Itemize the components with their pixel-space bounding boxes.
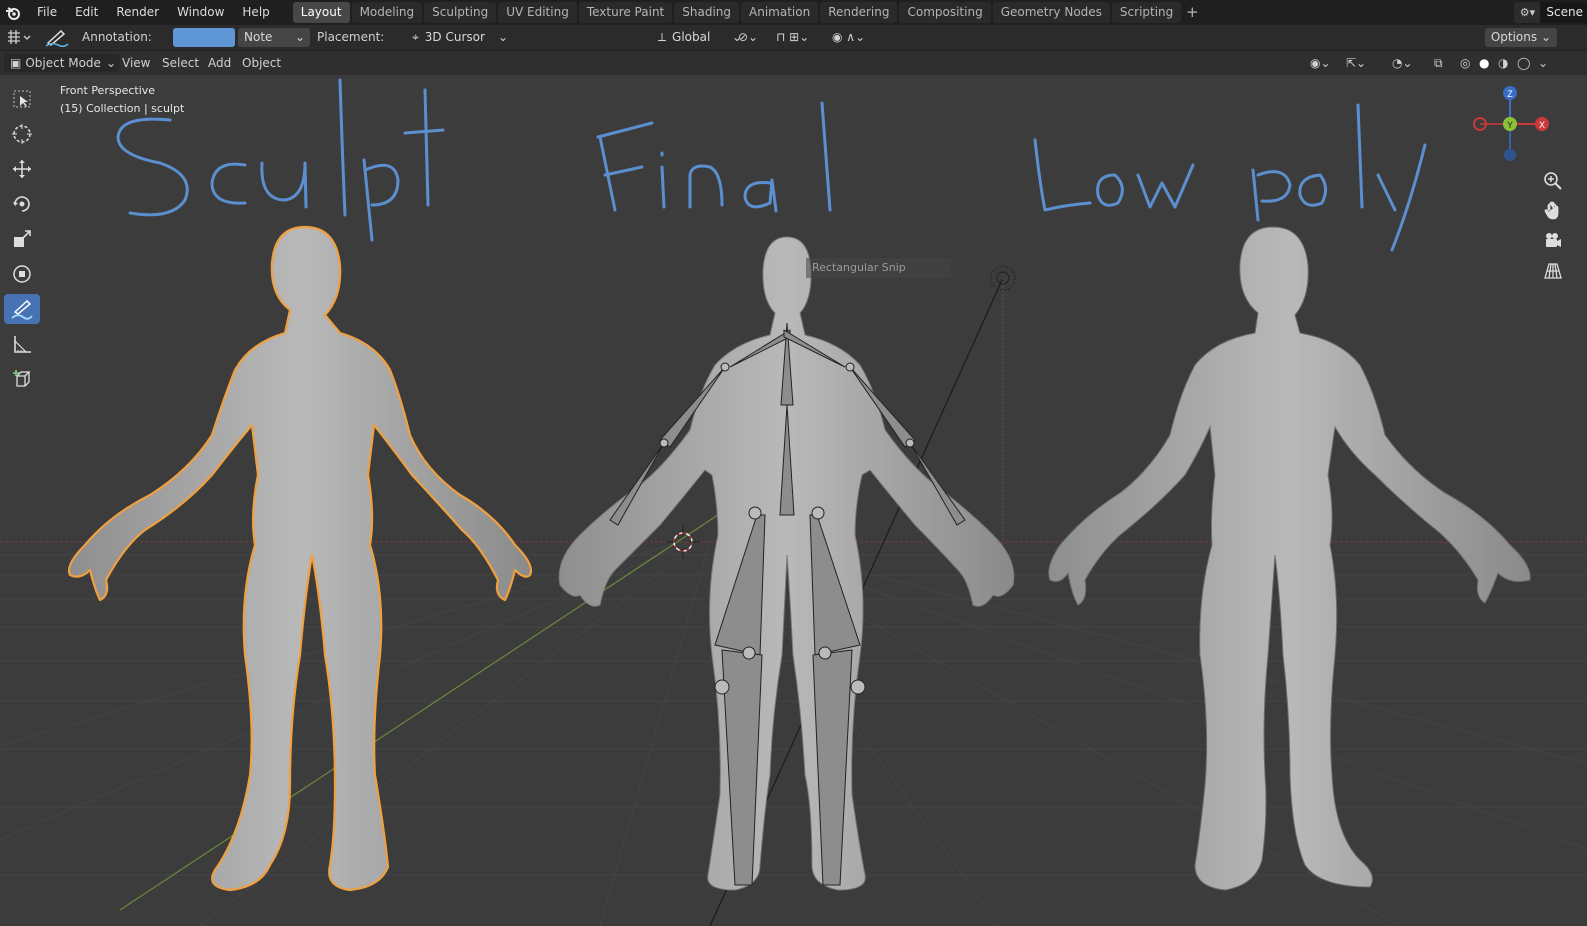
annotate-icon	[11, 299, 33, 320]
add-cube-icon	[13, 370, 31, 387]
navigation-gizmo[interactable]: Z X Y	[1468, 81, 1558, 171]
select-box-icon	[13, 90, 31, 108]
tab-scripting[interactable]: Scripting	[1111, 2, 1182, 23]
snap-icon[interactable]: ⊓ ⊞⌄	[776, 28, 809, 47]
annotation-color-swatch[interactable]	[173, 28, 235, 47]
transform-tool[interactable]	[4, 259, 40, 289]
orientation-icon: ⟂	[658, 30, 667, 44]
tab-texture-paint[interactable]: Texture Paint	[578, 2, 673, 23]
pan-hand-icon[interactable]	[1539, 198, 1567, 224]
menu-view[interactable]: View	[116, 54, 156, 72]
tab-modeling[interactable]: Modeling	[351, 2, 423, 23]
tab-layout[interactable]: Layout	[292, 2, 350, 23]
rotate-icon	[13, 196, 30, 212]
perspective-grid-icon[interactable]	[1539, 258, 1567, 284]
rendered-shading-icon[interactable]: ◯	[1517, 54, 1530, 72]
rectangular-snip-tooltip: Rectangular Snip	[806, 258, 951, 278]
gizmo-toggle-icon[interactable]: ⇱⌄	[1346, 54, 1366, 72]
solid-shading-icon[interactable]: ●	[1479, 54, 1489, 72]
transform-orientation-dropdown[interactable]: ⟂ Global ⌄	[652, 28, 744, 47]
chevron-down-icon[interactable]: ⌄	[1538, 54, 1548, 72]
menu-render[interactable]: Render	[107, 0, 168, 25]
annotate-tool[interactable]	[4, 294, 40, 324]
scale-icon	[14, 230, 31, 247]
xray-icon[interactable]: ⧉	[1434, 54, 1443, 72]
overlays-icon[interactable]: ◔⌄	[1392, 54, 1413, 72]
zoom-icon[interactable]	[1539, 168, 1567, 194]
tab-compositing[interactable]: Compositing	[899, 2, 991, 23]
placement-label: Placement:	[317, 30, 385, 44]
add-workspace-icon[interactable]: +	[1183, 2, 1201, 23]
menu-help[interactable]: Help	[233, 0, 278, 25]
camera-view-icon[interactable]	[1539, 228, 1567, 254]
chevron-down-icon: ⌄	[105, 56, 116, 70]
options-dropdown[interactable]: Options ⌄	[1484, 28, 1557, 47]
annotation-label: Annotation:	[82, 30, 152, 44]
chevron-down-icon: ⌄	[497, 30, 508, 44]
menu-window[interactable]: Window	[168, 0, 233, 25]
annotation-layer-dropdown[interactable]: Note ⌄	[238, 28, 310, 47]
scene-label: Scene	[1540, 2, 1587, 23]
menu-object[interactable]: Object	[236, 54, 287, 72]
gizmo-x-label: X	[1539, 120, 1545, 130]
scene-selector[interactable]: ⚙▾ Scene	[1514, 2, 1587, 23]
visibility-icon[interactable]: ◉⌄	[1310, 54, 1331, 72]
blender-logo-icon[interactable]	[4, 4, 22, 22]
add-cube-tool[interactable]	[4, 364, 40, 394]
tab-animation[interactable]: Animation	[741, 2, 819, 23]
menu-add[interactable]: Add	[202, 54, 237, 72]
measure-icon	[14, 336, 31, 353]
top-bar: File Edit Render Window Help Layout Mode…	[0, 0, 1587, 25]
figures-layer	[67, 225, 1531, 892]
mode-dropdown[interactable]: ▣ Object Mode ⌄	[4, 54, 120, 72]
navigation-buttons	[1539, 168, 1569, 288]
tool-settings-bar: Annotation: Note ⌄ Placement: ⌖ 3D Cursor ⌄…	[0, 25, 1587, 51]
gizmo-y-label: Y	[1507, 120, 1513, 130]
options-label: Options	[1490, 30, 1538, 44]
sculpt-figure	[67, 225, 533, 892]
toolbar	[4, 84, 42, 399]
measure-tool[interactable]	[4, 329, 40, 359]
move-tool[interactable]	[4, 154, 40, 184]
tab-sculpting[interactable]: Sculpting	[424, 2, 497, 23]
move-icon	[13, 160, 31, 178]
gizmo-z-label: Z	[1507, 89, 1513, 99]
menu-select[interactable]: Select	[156, 54, 205, 72]
pivot-point-icon[interactable]: ⊘⌄	[738, 28, 758, 47]
editor-type-icon[interactable]	[6, 28, 32, 47]
mode-value: Object Mode	[25, 56, 101, 70]
tab-shading[interactable]: Shading	[674, 2, 739, 23]
3d-viewport[interactable]: Front Perspective (15) Collection | scul…	[0, 75, 1587, 926]
orientation-value: Global	[672, 30, 711, 44]
object-mode-icon: ▣	[10, 56, 22, 70]
cursor-tool[interactable]	[4, 119, 40, 149]
tab-geometry-nodes[interactable]: Geometry Nodes	[992, 2, 1110, 23]
tab-rendering[interactable]: Rendering	[820, 2, 898, 23]
low-poly-figure	[1048, 226, 1531, 891]
annotation-layer-value: Note	[244, 30, 273, 44]
proportional-edit-icon[interactable]: ◉ ∧⌄	[832, 28, 865, 47]
tab-uv-editing[interactable]: UV Editing	[498, 2, 577, 23]
workspace-tabs: Layout Modeling Sculpting UV Editing Tex…	[292, 0, 1202, 25]
armature	[609, 322, 966, 886]
placement-dropdown[interactable]: ⌖ 3D Cursor ⌄	[406, 28, 510, 47]
cursor-icon: ⌖	[412, 30, 419, 44]
cursor-icon	[12, 124, 32, 144]
material-shading-icon[interactable]: ◑	[1498, 54, 1508, 72]
annotate-tool-icon[interactable]	[44, 28, 70, 48]
placement-value: 3D Cursor	[424, 30, 485, 44]
scale-tool[interactable]	[4, 224, 40, 254]
scene-icon[interactable]: ⚙▾	[1514, 2, 1541, 23]
viewport-header: ▣ Object Mode ⌄ View Select Add Object ◉⌄ …	[0, 51, 1587, 75]
rotate-tool[interactable]	[4, 189, 40, 219]
menu-file[interactable]: File	[28, 0, 66, 25]
transform-icon	[13, 265, 31, 283]
gizmo-neg-z-axis	[1504, 149, 1516, 161]
select-box-tool[interactable]	[4, 84, 40, 114]
wireframe-shading-icon[interactable]: ◎	[1460, 54, 1470, 72]
menu-edit[interactable]: Edit	[66, 0, 107, 25]
chevron-down-icon: ⌄	[294, 30, 305, 44]
